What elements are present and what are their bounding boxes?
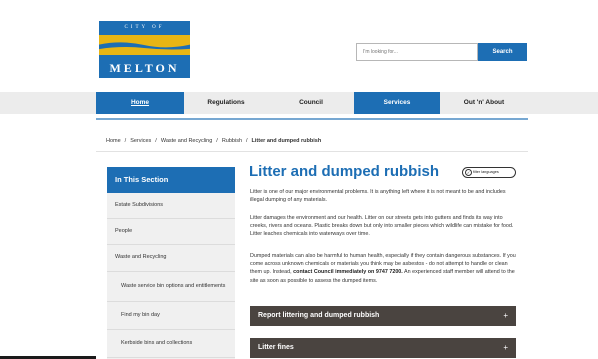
breadcrumb-services[interactable]: Services xyxy=(130,138,151,144)
section-sidebar: In This Section Estate Subdivisions Peop… xyxy=(107,167,235,359)
sidebar-item-people[interactable]: People xyxy=(107,219,235,245)
council-contact-text: contact Council immediately on 9747 7200… xyxy=(293,269,403,276)
dumped-materials-paragraph: Dumped materials can also be harmful to … xyxy=(250,252,518,285)
breadcrumb-separator: / xyxy=(216,138,218,144)
search-input[interactable] xyxy=(356,43,478,61)
breadcrumb-current: Litter and dumped rubbish xyxy=(251,138,322,144)
nav-item-home[interactable]: Home xyxy=(96,92,184,114)
breadcrumb-divider xyxy=(96,151,528,152)
sidebar-item-estate-subdivisions[interactable]: Estate Subdivisions xyxy=(107,193,235,219)
main-nav: Home Regulations Council Services Out 'n… xyxy=(0,92,598,114)
nav-item-regulations[interactable]: Regulations xyxy=(184,92,268,114)
breadcrumb-separator: / xyxy=(124,138,127,144)
translate-icon: ✓ xyxy=(465,169,472,176)
sidebar-item-find-my-bin-day[interactable]: Find my bin day xyxy=(107,302,235,330)
filter-languages-button[interactable]: ✓ filter languages xyxy=(462,167,516,178)
sidebar-item-bin-options[interactable]: Waste service bin options and entitlemen… xyxy=(107,272,235,302)
sidebar-item-kerbside-bins[interactable]: Kerbside bins and collections xyxy=(107,330,235,358)
breadcrumb: Home / Services / Waste and Recycling / Rubbis… xyxy=(106,138,321,144)
health-paragraph: Litter damages the environment and our h… xyxy=(250,215,514,238)
sidebar-heading: In This Section xyxy=(107,167,235,193)
sidebar-item-waste-and-recycling[interactable]: Waste and Recycling xyxy=(107,245,235,272)
nav-item-council[interactable]: Council xyxy=(268,92,354,114)
breadcrumb-home[interactable]: Home xyxy=(106,138,121,144)
page: CITY OF MELTON Search Home Regulations C… xyxy=(0,0,598,359)
nav-home-label: Home xyxy=(130,99,150,106)
city-of-melton-logo[interactable]: CITY OF MELTON xyxy=(99,21,190,78)
breadcrumb-rubbish[interactable]: Rubbish xyxy=(222,138,242,144)
breadcrumb-waste-and-recycling[interactable]: Waste and Recycling xyxy=(161,138,212,144)
intro-paragraph: Litter is one of our major environmental… xyxy=(250,189,506,204)
breadcrumb-separator: / xyxy=(155,138,157,144)
accordion-report-littering-label: Report littering and dumped rubbish xyxy=(258,312,380,319)
page-title: Litter and dumped rubbish xyxy=(249,163,439,180)
accordion-litter-fines-label: Litter fines xyxy=(258,344,294,351)
filter-languages-label: filter languages xyxy=(473,170,499,174)
nav-item-out-n-about[interactable]: Out 'n' About xyxy=(440,92,528,114)
logo-wave-icon xyxy=(99,42,190,50)
search-button[interactable]: Search xyxy=(478,43,527,61)
expand-plus-icon: + xyxy=(503,343,508,352)
expand-plus-icon: + xyxy=(503,311,508,320)
logo-city-of-text: CITY OF xyxy=(124,25,165,30)
nav-item-services[interactable]: Services xyxy=(354,92,440,114)
logo-melton-text: MELTON xyxy=(109,61,180,75)
site-search: Search xyxy=(356,43,527,61)
breadcrumb-separator: / xyxy=(246,138,248,144)
nav-divider xyxy=(96,118,528,120)
accordion-litter-fines[interactable]: Litter fines + xyxy=(250,338,516,358)
accordion-report-littering[interactable]: Report littering and dumped rubbish + xyxy=(250,306,516,326)
